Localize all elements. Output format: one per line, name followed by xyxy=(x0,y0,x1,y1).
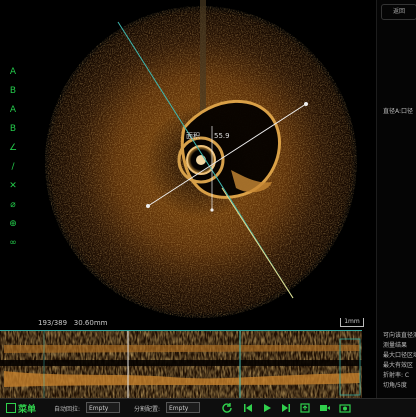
area-d-tool[interactable]: B xyxy=(4,121,22,137)
area-c-tool-icon: A xyxy=(9,105,17,115)
zoom-tool-icon: ⊕ xyxy=(9,219,17,229)
oct-viewer: A B A B ∠ / ✕ ⌀ ⊕ ∞ 面积 55.9 193/389 30.6… xyxy=(0,0,416,417)
menu-icon xyxy=(6,403,16,413)
frame-indicator: 193/389 30.60mm xyxy=(38,319,108,327)
info-line: 折射率: C xyxy=(383,372,410,379)
hide-tool-icon: ⌀ xyxy=(10,200,16,210)
info-line: 测量结果 xyxy=(383,342,408,349)
info-line: 最大有效区 xyxy=(383,362,414,369)
panel-note: 直径A:口径 xyxy=(383,108,414,115)
info-line: 最大口径区域 xyxy=(383,352,416,359)
video-icon[interactable] xyxy=(318,401,331,414)
scale-bar: 1mm xyxy=(340,318,364,327)
bottom-bar: 菜单 自动回拉: Empty 分割配置: Empty xyxy=(0,398,416,417)
info-line: 可向该直径测量 xyxy=(383,332,416,339)
area-a-tool[interactable]: A xyxy=(4,64,22,80)
segment-config-label: 分割配置: xyxy=(134,406,161,413)
guidewire-shadow xyxy=(200,0,206,120)
cross-section-view[interactable]: 面积 55.9 xyxy=(36,0,376,328)
ruler-tool[interactable]: / xyxy=(4,159,22,175)
area-b-tool-icon: B xyxy=(9,86,17,96)
right-panel: 返回 直径A:口径 可向该直径测量测量结果最大口径区域最大有效区折射率: C 切角… xyxy=(376,0,416,400)
link-tool-icon: ∞ xyxy=(9,238,17,248)
longitudinal-view[interactable] xyxy=(0,330,362,399)
area-d-tool-icon: B xyxy=(9,124,17,134)
delete-tool-icon: ✕ xyxy=(9,181,17,191)
return-tab[interactable]: 返回 xyxy=(381,4,416,20)
segment-config-field[interactable]: Empty xyxy=(166,402,200,413)
export-icon[interactable] xyxy=(298,401,311,414)
snapshot-icon[interactable] xyxy=(338,401,351,414)
play-icon[interactable] xyxy=(260,401,273,414)
info-line: 切角/5度 xyxy=(383,382,407,389)
ruler-tool-icon: / xyxy=(11,162,15,172)
catheter-center xyxy=(196,155,206,165)
area-b-tool[interactable]: B xyxy=(4,83,22,99)
zoom-tool[interactable]: ⊕ xyxy=(4,216,22,232)
forward-icon[interactable] xyxy=(279,401,292,414)
angle-tool[interactable]: ∠ xyxy=(4,140,22,156)
menu-button[interactable]: 菜单 xyxy=(6,402,36,415)
hide-tool[interactable]: ⌀ xyxy=(4,197,22,213)
link-tool[interactable]: ∞ xyxy=(4,235,22,251)
auto-pullback-label: 自动回拉: xyxy=(54,406,81,413)
area-a-tool-icon: A xyxy=(9,67,17,77)
auto-pullback-field[interactable]: Empty xyxy=(86,402,120,413)
delete-tool[interactable]: ✕ xyxy=(4,178,22,194)
angle-tool-icon: ∠ xyxy=(8,143,18,153)
refresh-icon[interactable] xyxy=(220,401,233,414)
area-c-tool[interactable]: A xyxy=(4,102,22,118)
rewind-icon[interactable] xyxy=(241,401,254,414)
measure-toolbar: A B A B ∠ / ✕ ⌀ ⊕ ∞ xyxy=(4,64,22,260)
